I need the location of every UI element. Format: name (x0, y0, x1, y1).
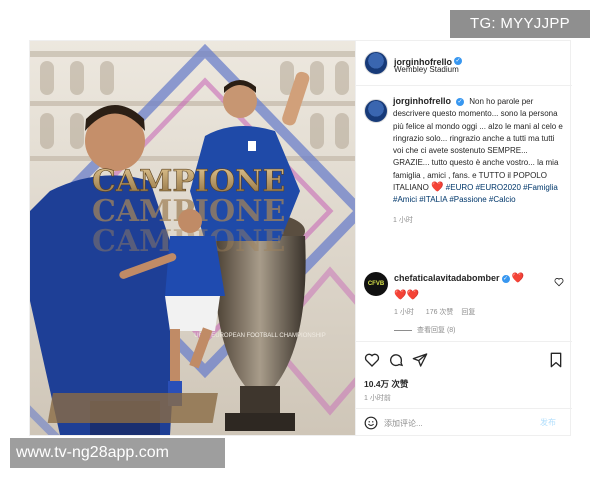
like-heart-icon[interactable] (364, 352, 380, 368)
emoji-smiley-icon[interactable] (364, 416, 378, 430)
heart-emoji-icon: ❤️ (406, 290, 419, 301)
author-avatar[interactable] (364, 51, 388, 75)
share-paper-plane-icon[interactable] (412, 352, 428, 368)
commenter-avatar-text: CFVB (367, 281, 385, 287)
comment-item: CFVB chefaticalavitadabomber ✓ ❤️ ❤️❤️ 1 … (356, 269, 572, 339)
posted-time: 1 小时前 (364, 395, 391, 402)
instagram-post-card: UEFA EUROPEAN FOOTBALL CHAMPIONSHIP CAMP… (29, 40, 572, 436)
publish-button[interactable]: 发布 (540, 417, 556, 428)
post-header: jorginhofrello ✓ Wembley Stadium (356, 41, 572, 86)
divider-line (394, 329, 412, 331)
caption-avatar[interactable] (364, 99, 388, 123)
verified-icon: ✓ (454, 56, 462, 65)
likes-count[interactable]: 10.4万 次赞 (364, 378, 408, 390)
heart-emoji-icon: ❤️ (431, 182, 444, 194)
verified-icon: ✓ (456, 97, 464, 106)
caption-body: Non ho parole per descrivere questo mome… (393, 97, 563, 193)
comment-like-icon[interactable] (554, 277, 564, 287)
comment-bubble-icon[interactable] (388, 352, 404, 368)
trophy-text: UEFA EUROPEAN FOOTBALL CHAMPIONSHIP (194, 333, 325, 339)
comment-input[interactable] (384, 417, 524, 429)
caption-time: 1 小时 (393, 216, 413, 224)
post-sidebar: jorginhofrello ✓ Wembley Stadium jorginho… (355, 41, 572, 436)
post-actions-bar: 10.4万 次赞 1 小时前 发布 (356, 341, 572, 436)
verified-icon: ✓ (501, 274, 510, 283)
commenter-avatar[interactable]: CFVB (364, 272, 388, 296)
heart-emoji-icon: ❤️ (511, 273, 525, 284)
tg-watermark: TG: MYYJJPP (450, 10, 590, 38)
comment-reply-button[interactable]: 回复 (461, 309, 475, 316)
comment-likes-count[interactable]: 176 次赞 (426, 309, 454, 316)
url-watermark: www.tv-ng28app.com (10, 438, 225, 468)
commenter-username[interactable]: chefaticalavitadabomber (394, 273, 500, 283)
caption-username[interactable]: jorginhofrello (393, 96, 451, 106)
post-image[interactable]: UEFA EUROPEAN FOOTBALL CHAMPIONSHIP CAMP… (30, 41, 355, 435)
bookmark-save-icon[interactable] (548, 352, 564, 368)
add-comment-bar: 发布 (356, 408, 572, 437)
heart-emoji-icon: ❤️ (394, 290, 407, 301)
comment-time: 1 小时 (394, 309, 414, 316)
view-replies-button[interactable]: 查看回复 (8) (417, 327, 456, 334)
caption-text: jorginhofrello ✓ Non ho parole per descri… (393, 95, 563, 227)
euro-champion-artwork: UEFA EUROPEAN FOOTBALL CHAMPIONSHIP CAMP… (30, 41, 355, 435)
post-location[interactable]: Wembley Stadium (394, 65, 459, 74)
